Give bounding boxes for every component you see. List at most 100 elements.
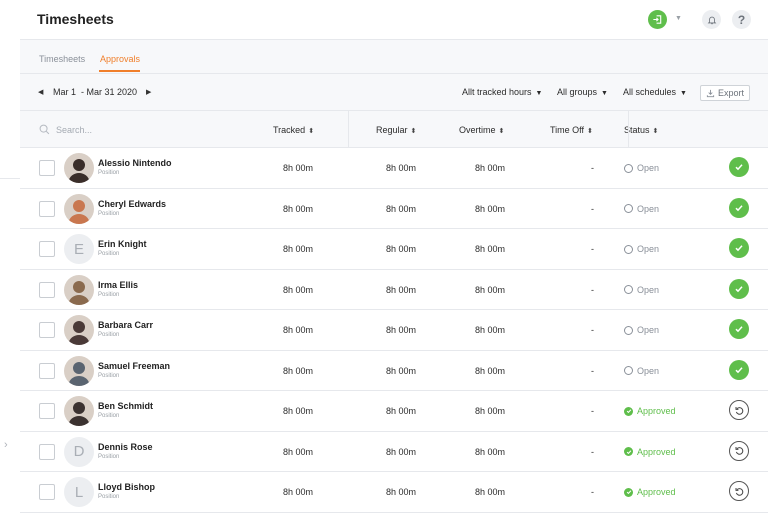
time-off-value: -: [591, 446, 594, 457]
avatar: [64, 193, 94, 224]
table-row[interactable]: Barbara Carr Position 8h 00m 8h 00m 8h 00m - O…: [20, 310, 768, 351]
avatar-initial: L: [74, 483, 84, 501]
undo-icon: [735, 487, 743, 496]
status-label: Open: [637, 284, 660, 295]
row-checkbox[interactable]: [39, 484, 55, 500]
open-status-icon: [624, 244, 633, 254]
row-checkbox[interactable]: [39, 403, 55, 419]
row-checkbox[interactable]: [39, 241, 55, 257]
approve-button[interactable]: [729, 359, 749, 380]
help-icon: ?: [737, 12, 746, 27]
tab-timesheets[interactable]: Timesheets: [39, 54, 85, 64]
export-button[interactable]: Export: [700, 85, 750, 101]
status-label: Open: [637, 325, 660, 335]
row-checkbox[interactable]: [39, 362, 55, 379]
employee-name[interactable]: Irma Ellis: [98, 280, 138, 290]
row-checkbox[interactable]: [39, 322, 55, 338]
time-off-value: -: [591, 406, 594, 416]
table-row[interactable]: D Dennis Rose Position 8h 00m 8h 00m 8h 00m - A…: [20, 431, 768, 472]
row-checkbox[interactable]: [39, 281, 55, 298]
tracked-hours-filter[interactable]: Allt tracked hours ▼: [462, 87, 542, 97]
column-label: Tracked: [273, 125, 306, 135]
table-row[interactable]: Samuel Freeman Position 8h 00m 8h 00m 8h 00m…: [20, 350, 768, 391]
next-period-button[interactable]: ▶: [146, 88, 151, 96]
employee-name[interactable]: Ben Schmidt: [98, 401, 153, 411]
unapprove-button[interactable]: [729, 481, 749, 501]
unapprove-button[interactable]: [729, 400, 749, 420]
active-tab-indicator: [99, 70, 140, 72]
table-row[interactable]: L Lloyd Bishop Position 8h 00m 8h 00m 8h 00m -…: [20, 472, 768, 513]
column-tracked[interactable]: Tracked ⬍: [273, 125, 314, 135]
column-regular[interactable]: Regular ⬍: [376, 125, 416, 135]
column-status[interactable]: Status ⬍: [624, 125, 658, 135]
help-button[interactable]: ?: [732, 10, 751, 29]
caret-down-icon: ▼: [535, 90, 543, 97]
approve-button[interactable]: [729, 278, 749, 299]
table-row[interactable]: Irma Ellis Position 8h 00m 8h 00m 8h 00m - Ope…: [20, 269, 768, 310]
approve-button[interactable]: [729, 319, 749, 339]
status-badge: Open: [624, 366, 659, 376]
filter-label: All schedules: [623, 87, 677, 97]
check-icon: [735, 326, 743, 333]
caret-down-icon[interactable]: ▼: [675, 15, 682, 22]
column-overtime[interactable]: Overtime ⬍: [459, 125, 504, 135]
time-off-value: -: [591, 284, 594, 295]
check-icon: [735, 204, 743, 211]
employee-name[interactable]: Lloyd Bishop: [98, 482, 155, 492]
employee-position: Position: [98, 372, 120, 379]
check-icon: [735, 366, 743, 373]
regular-value: 8h 00m: [385, 406, 416, 416]
table-row[interactable]: Ben Schmidt Position 8h 00m 8h 00m 8h 00m - Ap…: [20, 391, 768, 432]
unapprove-button[interactable]: [729, 440, 749, 461]
employee-name[interactable]: Dennis Rose: [98, 442, 153, 452]
approve-button[interactable]: [729, 238, 749, 258]
filter-label: Allt tracked hours: [462, 87, 532, 97]
avatar: [64, 153, 94, 183]
employee-name[interactable]: Barbara Carr: [98, 320, 153, 330]
status-label: Open: [637, 365, 660, 376]
tab-approvals[interactable]: Approvals: [100, 54, 140, 64]
employee-name[interactable]: Alessio Nintendo: [98, 158, 172, 168]
regular-value: 8h 00m: [385, 325, 416, 335]
prev-period-button[interactable]: ◀: [38, 88, 43, 96]
column-time-off[interactable]: Time Off ⬍: [550, 125, 593, 135]
timesheet-table-body: Alessio Nintendo Position 8h 00m 8h 00m 8h 0…: [20, 148, 768, 513]
employee-name[interactable]: Erin Knight: [98, 239, 147, 249]
tracked-value: 8h 00m: [282, 365, 313, 376]
date-range[interactable]: Mar 1 - Mar 31 2020: [53, 87, 137, 97]
table-row[interactable]: E Erin Knight Position 8h 00m 8h 00m 8h 00m - O…: [20, 229, 768, 270]
employee-name[interactable]: Cheryl Edwards: [98, 199, 166, 209]
open-status-icon: [624, 163, 633, 173]
time-off-value: -: [591, 325, 594, 335]
overtime-value: 8h 00m: [474, 325, 505, 335]
open-status-icon: [624, 285, 633, 294]
notifications-button[interactable]: [702, 10, 721, 29]
regular-value: 8h 00m: [385, 163, 416, 173]
time-off-value: -: [591, 487, 594, 497]
clock-in-button[interactable]: [648, 10, 667, 29]
overtime-value: 8h 00m: [474, 203, 505, 214]
chevron-right-icon[interactable]: ›: [4, 439, 8, 451]
status-label: Open: [637, 203, 660, 214]
search-input[interactable]: Search...: [39, 124, 92, 135]
table-row[interactable]: Cheryl Edwards Position 8h 00m 8h 00m 8h 00m…: [20, 188, 768, 229]
employee-name[interactable]: Samuel Freeman: [98, 361, 170, 371]
row-checkbox[interactable]: [39, 443, 55, 460]
top-bar: Timesheets ▼ ?: [20, 0, 768, 40]
status-label: Open: [637, 163, 660, 173]
table-row[interactable]: Alessio Nintendo Position 8h 00m 8h 00m 8h 0…: [20, 148, 768, 189]
bell-icon: [707, 16, 716, 24]
groups-filter[interactable]: All groups ▼: [557, 87, 608, 97]
status-badge: Approved: [624, 447, 676, 457]
approve-button[interactable]: [729, 197, 749, 218]
schedules-filter[interactable]: All schedules ▼: [623, 87, 687, 97]
status-badge: Open: [624, 285, 659, 295]
open-status-icon: [624, 325, 633, 335]
employee-position: Position: [98, 170, 120, 176]
clock-in-icon: [653, 15, 662, 24]
avatar: D: [64, 436, 94, 467]
row-checkbox[interactable]: [39, 160, 55, 176]
row-checkbox[interactable]: [39, 200, 55, 217]
approve-button[interactable]: [729, 157, 749, 177]
status-label: Approved: [637, 487, 676, 497]
